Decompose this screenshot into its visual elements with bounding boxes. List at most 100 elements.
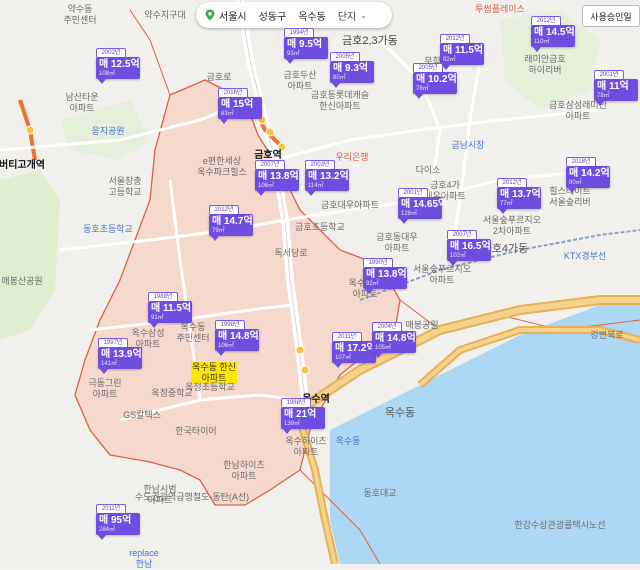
marker-area: 114㎡ — [308, 183, 324, 189]
marker-build-year: 1988년 — [148, 292, 178, 301]
marker-build-year: 1997년 — [98, 338, 128, 347]
price-marker[interactable]: 1998년 매 14.8억 106㎡ — [215, 320, 259, 356]
price-marker[interactable]: 2005년 매 9.3억 80㎡ — [330, 52, 374, 88]
marker-pointer — [220, 119, 228, 124]
place-label: 응지공원 — [91, 126, 124, 137]
marker-price: 매 11.5억 — [443, 45, 484, 56]
marker-price-box: 매 21억 139㎡ — [281, 407, 325, 429]
place-label: 한국타이어 — [175, 426, 216, 437]
price-marker[interactable]: 1988년 매 11.5억 91㎡ — [148, 292, 192, 328]
marker-price-box: 매 13.2억 114㎡ — [305, 169, 349, 191]
place-label: 수도권광역급행철도-동탄(A선) — [135, 492, 249, 503]
place-subname: 한남 — [135, 559, 153, 569]
place-subname: 아파트 — [565, 111, 591, 121]
place-name: 한남하이츠 — [223, 460, 265, 470]
place-label: 다이소 — [416, 165, 441, 176]
marker-pointer — [283, 429, 291, 434]
marker-price: 매 14.5억 — [534, 27, 575, 38]
marker-price: 매 11.5억 — [151, 303, 192, 314]
price-marker[interactable]: 2002년 매 12.5억 108㎡ — [96, 48, 140, 84]
price-marker[interactable]: 2003년 매 13.2억 114㎡ — [305, 160, 349, 196]
marker-build-year: 2004년 — [372, 322, 402, 331]
marker-build-year: 2002년 — [96, 48, 126, 57]
marker-price: 매 15억 — [221, 99, 254, 110]
marker-price-box: 매 9.3억 80㎡ — [330, 61, 374, 83]
price-marker[interactable]: 2005년 매 10.2억 78㎡ — [413, 63, 457, 99]
marker-price-box: 매 11억 78㎡ — [594, 79, 638, 101]
place-label: 서울숲푸르지오 2차아파트 — [483, 215, 541, 237]
approval-date-filter-button[interactable]: 사용승인일 — [582, 5, 640, 27]
marker-area: 139㎡ — [284, 421, 301, 427]
price-marker[interactable]: 2004년 매 14.8억 105㎡ — [372, 322, 416, 358]
place-label: 옥정중학교 — [151, 388, 192, 399]
place-label: 버티고개역 — [0, 160, 45, 171]
price-marker[interactable]: 2016년 매 15억 83㎡ — [218, 88, 262, 124]
marker-build-year: 1994년 — [284, 28, 314, 37]
price-marker[interactable]: 2012년 매 14.7억 79㎡ — [209, 205, 253, 241]
place-label: 투썸플레이스 — [475, 4, 525, 15]
price-marker[interactable]: 1997년 매 13.9억 141㎡ — [98, 338, 142, 374]
chevron-down-icon: ⌄ — [360, 10, 367, 20]
breadcrumb-dong[interactable]: 옥수동 — [298, 8, 326, 23]
price-marker[interactable]: 1994년 매 9.5억 93㎡ — [284, 28, 328, 64]
marker-pointer — [568, 188, 576, 193]
marker-build-year: 2012년 — [209, 205, 239, 214]
price-marker[interactable]: 2011년 매 95억 284㎡ — [96, 504, 140, 540]
price-marker[interactable]: 2007년 매 13.8억 106㎡ — [255, 160, 299, 196]
approval-date-label: 사용승인일 — [590, 11, 632, 22]
marker-price: 매 17.2억 — [335, 343, 376, 354]
place-name: 강변북로 — [590, 330, 624, 340]
place-name: 금남시장 — [451, 140, 485, 150]
marker-price-box: 매 13.8억 92㎡ — [363, 267, 407, 289]
place-name: 동호초등학교 — [83, 224, 133, 234]
place-name: 옥수동 — [384, 407, 416, 419]
place-label: 옥수동 한신 아파트 — [191, 362, 237, 384]
marker-price-box: 매 14.65억 128㎡ — [398, 197, 447, 219]
price-marker[interactable]: 2012년 매 13.7억 77㎡ — [497, 178, 541, 214]
marker-build-year: 2018년 — [566, 157, 596, 166]
place-label: 동호대교 — [363, 488, 396, 499]
place-subname: 주민센터 — [63, 15, 97, 25]
price-marker[interactable]: 2001년 매 11억 78㎡ — [594, 70, 638, 106]
place-label: e편한세상 옥수파크힐스 — [197, 156, 247, 178]
place-name: 한국타이어 — [175, 426, 217, 436]
map-canvas[interactable] — [0, 0, 640, 564]
marker-price: 매 14.8억 — [218, 331, 259, 342]
place-name: replace — [129, 548, 159, 558]
marker-build-year: 2007년 — [255, 160, 285, 169]
location-breadcrumb-bar[interactable]: 서울시 성동구 옥수동 단지 ⌄ — [196, 2, 392, 28]
marker-pointer — [400, 219, 408, 224]
place-subname: 2차아파트 — [492, 226, 532, 236]
place-name: 서울장충 — [108, 176, 142, 186]
marker-pointer — [499, 209, 507, 214]
price-marker[interactable]: 2011년 매 17.2억 107㎡ — [332, 332, 376, 368]
price-marker[interactable]: 2018년 매 14.2억 80㎡ — [566, 157, 610, 193]
marker-price: 매 13.9억 — [101, 349, 142, 360]
marker-price-box: 매 14.5억 110㎡ — [531, 25, 575, 47]
price-marker[interactable]: 1988년 매 21억 139㎡ — [281, 398, 325, 434]
marker-pointer — [415, 94, 423, 99]
marker-price-box: 매 13.8억 106㎡ — [255, 169, 299, 191]
place-label: 동호초등학교 — [83, 224, 133, 235]
place-name: 금호동대우 — [376, 232, 418, 242]
price-marker[interactable]: 2012년 매 14.5억 110㎡ — [531, 16, 575, 52]
marker-area: 106㎡ — [258, 183, 275, 189]
price-marker[interactable]: 2001년 매 14.65억 128㎡ — [398, 188, 447, 224]
price-marker[interactable]: 1990년 매 13.8억 92㎡ — [363, 258, 407, 294]
marker-pointer — [286, 59, 294, 64]
marker-pointer — [211, 236, 219, 241]
marker-area: 105㎡ — [375, 345, 392, 351]
place-subname: 하이리버 — [528, 65, 562, 75]
place-label: 서울장충 고등학교 — [108, 176, 141, 198]
place-name: 투썸플레이스 — [475, 4, 525, 14]
marker-area: 108㎡ — [99, 71, 116, 77]
marker-build-year: 2005년 — [330, 52, 360, 61]
price-marker[interactable]: 2007년 매 16.5억 102㎡ — [447, 230, 491, 266]
place-subname: 고등학교 — [108, 187, 142, 197]
breadcrumb-district[interactable]: 성동구 — [259, 8, 287, 23]
place-subname: 한신아파트 — [319, 101, 361, 111]
complex-select[interactable]: 단지 ⌄ — [338, 8, 367, 23]
marker-pointer — [365, 289, 373, 294]
place-label: 옥수하이츠 아파트 — [285, 436, 326, 458]
breadcrumb-city[interactable]: 서울시 — [219, 8, 247, 23]
